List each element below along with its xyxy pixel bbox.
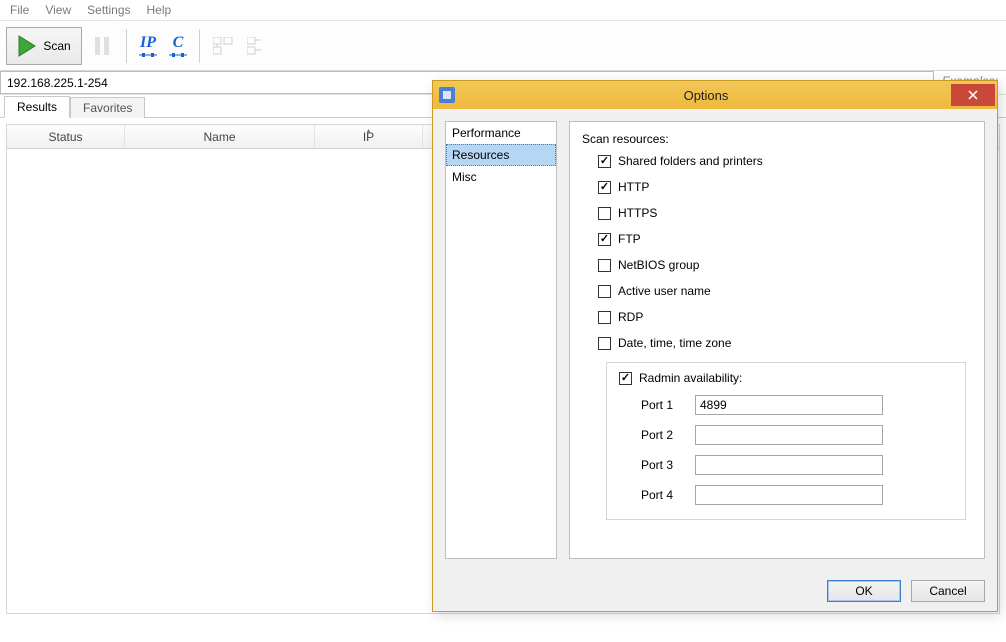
column-ip[interactable]: ▴ IP [315, 125, 423, 148]
input-port2[interactable] [695, 425, 883, 445]
cancel-button[interactable]: Cancel [911, 580, 985, 602]
close-icon [968, 90, 978, 100]
radmin-group: Radmin availability: Port 1 Port 2 Port … [606, 362, 966, 520]
c-underline-icon [169, 52, 187, 58]
checkbox-http[interactable] [598, 181, 611, 194]
label-netbios: NetBIOS group [618, 258, 699, 272]
sidebar-item-resources[interactable]: Resources [446, 144, 556, 166]
scan-button[interactable]: Scan [6, 27, 82, 65]
pause-icon [94, 36, 110, 56]
checkbox-netbios[interactable] [598, 259, 611, 272]
label-port2: Port 2 [641, 428, 681, 442]
ip-underline-icon [139, 52, 157, 58]
play-icon [17, 35, 37, 57]
expand-tree-icon [213, 37, 233, 55]
label-datetime: Date, time, time zone [618, 336, 731, 350]
label-shared-folders: Shared folders and printers [618, 154, 763, 168]
checkbox-ftp[interactable] [598, 233, 611, 246]
input-port1[interactable] [695, 395, 883, 415]
label-http: HTTP [618, 180, 649, 194]
dialog-close-button[interactable] [951, 84, 995, 106]
toolbar: Scan IP C [0, 21, 1006, 71]
c-tool-button[interactable]: C [165, 27, 191, 65]
label-ftp: FTP [618, 232, 641, 246]
c-icon: C [173, 34, 184, 52]
label-active-user: Active user name [618, 284, 711, 298]
sort-asc-icon: ▴ [366, 126, 370, 135]
toolbar-divider [199, 29, 200, 63]
sidebar-item-performance[interactable]: Performance [446, 122, 556, 144]
column-status[interactable]: Status [7, 125, 125, 148]
dialog-title: Options [461, 88, 951, 103]
checkbox-datetime[interactable] [598, 337, 611, 350]
ip-tool-button[interactable]: IP [135, 27, 161, 65]
label-port4: Port 4 [641, 488, 681, 502]
menu-file[interactable]: File [2, 1, 37, 19]
checkbox-https[interactable] [598, 207, 611, 220]
tab-results[interactable]: Results [4, 96, 70, 118]
sidebar-item-misc[interactable]: Misc [446, 166, 556, 188]
menu-help[interactable]: Help [139, 1, 180, 19]
dialog-titlebar[interactable]: Options [433, 81, 997, 109]
toolbar-divider [126, 29, 127, 63]
options-dialog: Options Performance Resources Misc Scan … [432, 80, 998, 612]
column-name[interactable]: Name [125, 125, 315, 148]
label-port1: Port 1 [641, 398, 681, 412]
tab-favorites[interactable]: Favorites [70, 97, 145, 118]
pause-button[interactable] [86, 27, 118, 65]
checkbox-shared-folders[interactable] [598, 155, 611, 168]
options-panel-resources: Scan resources: Shared folders and print… [569, 121, 985, 559]
label-radmin: Radmin availability: [639, 371, 742, 385]
checkbox-active-user[interactable] [598, 285, 611, 298]
checkbox-rdp[interactable] [598, 311, 611, 324]
menu-bar: File View Settings Help [0, 0, 1006, 21]
collapse-tree-button[interactable] [242, 27, 272, 65]
options-sidebar: Performance Resources Misc [445, 121, 557, 559]
scan-resources-title: Scan resources: [582, 132, 972, 146]
menu-settings[interactable]: Settings [79, 1, 138, 19]
input-port3[interactable] [695, 455, 883, 475]
collapse-tree-icon [247, 37, 267, 55]
label-port3: Port 3 [641, 458, 681, 472]
ip-icon: IP [140, 34, 156, 52]
expand-tree-button[interactable] [208, 27, 238, 65]
menu-view[interactable]: View [37, 1, 79, 19]
ok-button[interactable]: OK [827, 580, 901, 602]
dialog-app-icon [439, 87, 455, 103]
label-rdp: RDP [618, 310, 643, 324]
label-https: HTTPS [618, 206, 657, 220]
checkbox-radmin[interactable] [619, 372, 632, 385]
input-port4[interactable] [695, 485, 883, 505]
dialog-footer: OK Cancel [433, 571, 997, 611]
scan-button-label: Scan [43, 39, 70, 53]
